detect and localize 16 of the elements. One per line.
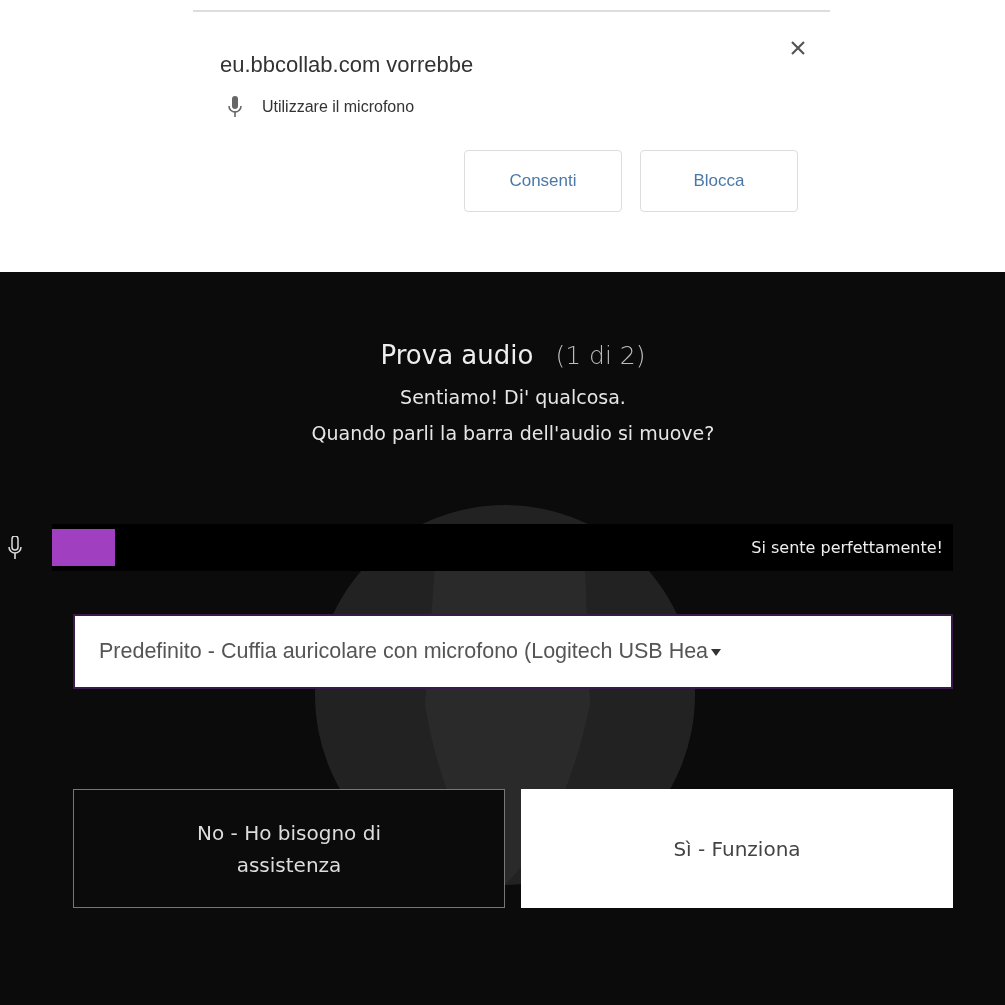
instruction-text: Quando parli la barra dell'audio si muove? — [311, 422, 715, 444]
microphone-icon — [8, 535, 22, 560]
prompt-message: eu.bbcollab.com vorrebbe — [220, 52, 474, 78]
answer-button[interactable]: No - Ho bisogno di assistenza — [73, 789, 505, 908]
prompt-button[interactable]: Consenti — [464, 150, 622, 212]
answer-button[interactable]: Sì - Funziona — [521, 789, 953, 908]
device-select[interactable]: Predefinito - Cuffia auricolare con microfono (Logitech USB Hea — [73, 614, 953, 689]
dialog-title: Prova audio — [380, 340, 534, 370]
meter-reading: Si sente perfettamente! — [751, 538, 943, 557]
instruction-text: Sentiamo! Di' qualcosa. — [400, 386, 626, 408]
close-icon[interactable] — [790, 40, 806, 56]
permission-text: Utilizzare il microfono — [262, 98, 415, 116]
microphone-icon — [228, 96, 242, 118]
step-counter: (1 di 2) — [555, 341, 646, 370]
dropdown-caret-icon — [710, 646, 723, 657]
prompt-button[interactable]: Blocca — [640, 150, 798, 212]
